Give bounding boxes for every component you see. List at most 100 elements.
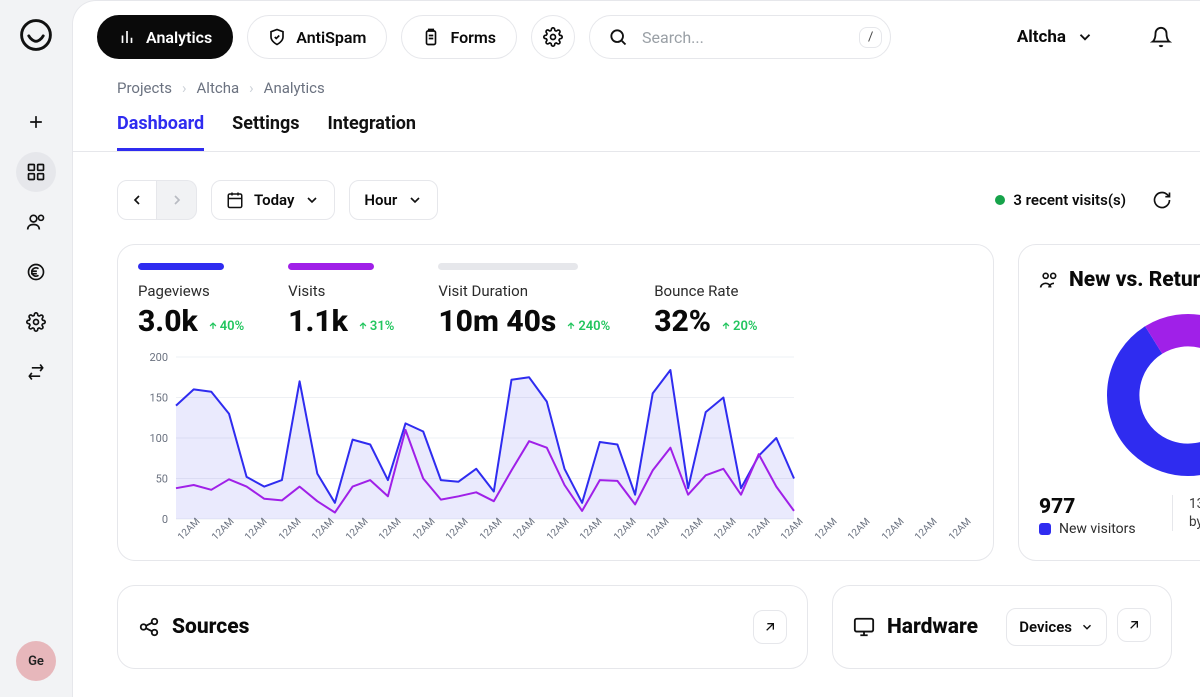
metric-indicator <box>438 263 578 270</box>
users-icon <box>26 212 46 232</box>
svg-text:200: 200 <box>149 351 168 364</box>
metric-visits[interactable]: Visits1.1k31% <box>288 263 394 339</box>
tab-settings[interactable]: Settings <box>232 113 299 151</box>
search-input[interactable] <box>640 27 847 48</box>
returning-note: 13% of visits are made by returning visi… <box>1172 495 1200 531</box>
rail-transfer-button[interactable] <box>16 352 56 392</box>
x-tick-label: 12AM <box>947 516 974 543</box>
metric-value: 3.0k <box>138 304 198 339</box>
metric-value: 10m 40s <box>438 304 556 339</box>
metric-delta: 240% <box>566 319 610 334</box>
swap-icon <box>26 362 46 382</box>
chevron-down-icon <box>407 192 423 208</box>
card-title: Hardware <box>887 615 978 639</box>
chevron-right-icon <box>169 192 185 208</box>
metric-delta: 20% <box>721 319 757 334</box>
expand-icon <box>1126 617 1142 633</box>
rail-settings-button[interactable] <box>16 302 56 342</box>
expand-icon <box>762 619 778 635</box>
user-avatar[interactable]: Ge <box>16 641 56 681</box>
grid-icon <box>26 162 46 182</box>
granularity-select[interactable]: Hour <box>349 180 438 220</box>
crumb-altcha[interactable]: Altcha <box>197 79 240 97</box>
metric-label: Bounce Rate <box>654 282 757 300</box>
hardware-filter[interactable]: Devices <box>1006 608 1107 646</box>
share-nodes-icon <box>138 616 160 638</box>
brand-logo <box>17 16 55 54</box>
metric-value: 32% <box>654 304 711 339</box>
expand-button[interactable] <box>1117 608 1151 642</box>
metric-bounce[interactable]: Bounce Rate 32% 20% <box>654 263 757 339</box>
monitor-icon <box>853 616 875 638</box>
metrics-card: Pageviews3.0k40%Visits1.1k31%Visit Durat… <box>117 244 994 561</box>
x-tick-label: 12AM <box>913 516 940 543</box>
bars-icon <box>118 28 136 46</box>
card-title: New vs. Returning <box>1069 268 1200 292</box>
crumb-projects[interactable]: Projects <box>117 79 172 97</box>
x-tick-label: 12AM <box>880 516 907 543</box>
svg-text:0: 0 <box>162 513 168 526</box>
rail-billing-button[interactable] <box>16 252 56 292</box>
clipboard-icon <box>422 28 440 46</box>
metric-indicator <box>288 263 374 270</box>
date-range-label: Today <box>254 191 294 209</box>
status-text: 3 recent visits(s) <box>1013 191 1126 209</box>
metric-pageviews[interactable]: Pageviews 3.0k 40% <box>138 263 244 339</box>
rail-add-button[interactable] <box>16 102 56 142</box>
legend-swatch-icon <box>1039 523 1051 535</box>
gear-icon <box>26 312 46 332</box>
tab-integration[interactable]: Integration <box>328 113 417 151</box>
nav-antispam[interactable]: AntiSpam <box>247 15 387 59</box>
new-vs-returning-card: New vs. Returning 977 New visitors 13% o… <box>1018 244 1200 561</box>
plus-icon <box>26 112 46 132</box>
search-bar[interactable]: / <box>589 15 891 59</box>
prev-range-button[interactable] <box>117 180 157 220</box>
metric-label: Visits <box>288 282 394 300</box>
search-icon <box>608 27 628 47</box>
euro-icon <box>26 262 46 282</box>
metric-label: Pageviews <box>138 282 244 300</box>
metric-delta: 40% <box>208 319 244 334</box>
new-visitors-label: New visitors <box>1059 521 1136 537</box>
x-tick-label: 12AM <box>813 516 840 543</box>
tab-dashboard[interactable]: Dashboard <box>117 113 204 151</box>
arrow-up-icon <box>721 321 731 331</box>
breadcrumb: Projects › Altcha › Analytics <box>73 59 1200 107</box>
x-tick-label: 12AM <box>846 516 873 543</box>
nav-forms[interactable]: Forms <box>401 15 517 59</box>
top-header: Analytics AntiSpam Forms / Altcha <box>73 1 1200 59</box>
status-dot-icon <box>995 195 1005 205</box>
rail-users-button[interactable] <box>16 202 56 242</box>
date-range-select[interactable]: Today <box>211 180 335 220</box>
live-status: 3 recent visits(s) <box>995 191 1126 209</box>
toolbar: Today Hour 3 recent visits(s) <box>117 180 1172 220</box>
chevron-left-icon <box>129 192 145 208</box>
refresh-icon[interactable] <box>1152 190 1172 210</box>
rail-grid-button[interactable] <box>16 152 56 192</box>
arrow-up-icon <box>208 321 218 331</box>
expand-button[interactable] <box>753 610 787 644</box>
workspace-name: Altcha <box>1017 27 1066 47</box>
granularity-label: Hour <box>364 191 397 209</box>
svg-text:100: 100 <box>149 432 168 445</box>
header-settings-button[interactable] <box>531 15 575 59</box>
chevron-down-icon <box>1076 28 1094 46</box>
nav-label: AntiSpam <box>296 28 366 47</box>
compare-users-icon <box>1039 270 1059 290</box>
svg-text:50: 50 <box>156 473 168 486</box>
search-kbd-hint: / <box>859 27 882 48</box>
notifications-icon[interactable] <box>1150 26 1172 48</box>
card-title: Sources <box>172 615 249 639</box>
chevron-down-icon <box>304 192 320 208</box>
arrow-up-icon <box>566 321 576 331</box>
metric-value: 1.1k <box>288 304 348 339</box>
metric-duration[interactable]: Visit Duration10m 40s240% <box>438 263 610 339</box>
new-visitors-count: 977 <box>1039 495 1136 519</box>
traffic-chart: 050100150200 <box>138 351 798 531</box>
metric-indicator <box>138 263 224 270</box>
next-range-button <box>157 180 197 220</box>
nav-analytics[interactable]: Analytics <box>97 15 233 59</box>
workspace-switcher[interactable]: Altcha <box>1017 27 1094 47</box>
shield-icon <box>268 28 286 46</box>
tabs: Dashboard Settings Integration <box>73 107 1200 152</box>
